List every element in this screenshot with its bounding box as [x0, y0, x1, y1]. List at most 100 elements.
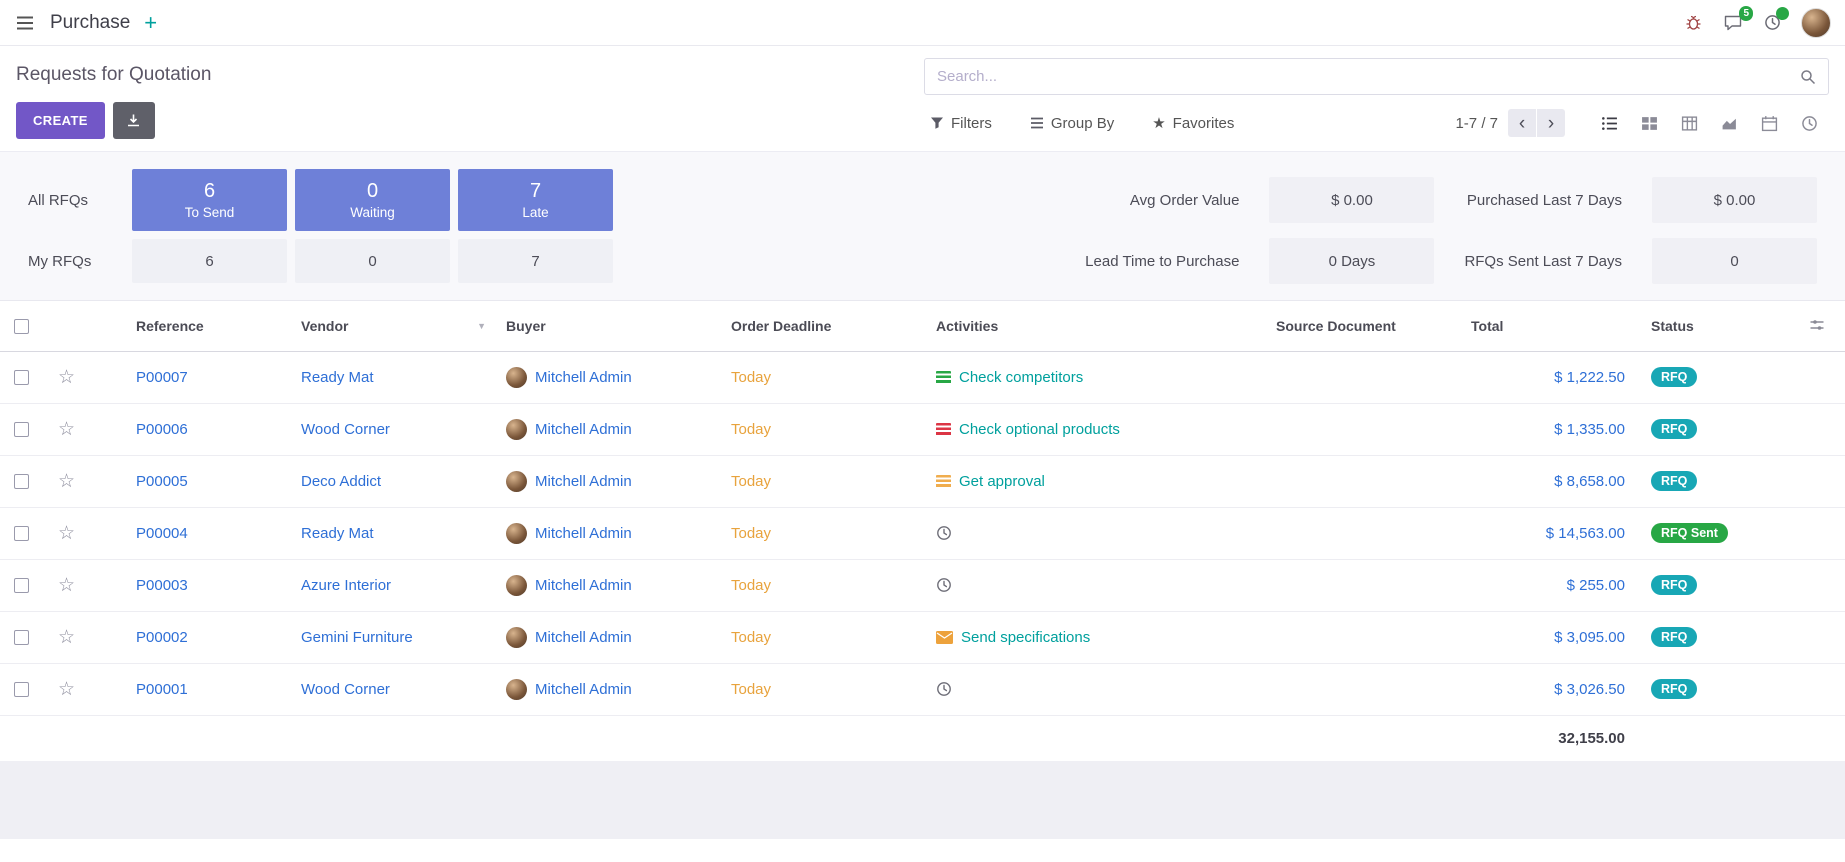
- new-tab-plus-icon[interactable]: +: [144, 12, 157, 34]
- tile-my-late[interactable]: 7: [458, 239, 613, 283]
- column-header-total[interactable]: Total: [1461, 301, 1641, 351]
- rfq-vendor-link[interactable]: Wood Corner: [301, 421, 390, 438]
- favorite-star-icon[interactable]: ☆: [58, 367, 75, 388]
- select-all-checkbox[interactable]: [14, 319, 29, 334]
- status-badge: RFQ: [1651, 679, 1697, 699]
- activity-label[interactable]: Check optional products: [959, 421, 1120, 438]
- column-header-order-deadline[interactable]: Order Deadline: [721, 301, 926, 351]
- column-header-buyer[interactable]: Buyer: [496, 301, 721, 351]
- favorite-star-icon[interactable]: ☆: [58, 471, 75, 492]
- rfq-buyer-link[interactable]: Mitchell Admin: [535, 473, 632, 490]
- search-bar[interactable]: [924, 58, 1829, 95]
- rfq-buyer-link[interactable]: Mitchell Admin: [535, 369, 632, 386]
- column-header-reference[interactable]: Reference: [126, 301, 291, 351]
- table-row[interactable]: ☆ P00003 Azure Interior Mitchell Admin T…: [0, 559, 1845, 611]
- tile-my-waiting[interactable]: 0: [295, 239, 450, 283]
- rfq-reference-link[interactable]: P00007: [136, 369, 188, 386]
- rfq-buyer-link[interactable]: Mitchell Admin: [535, 577, 632, 594]
- group-by-button[interactable]: Group By: [1024, 114, 1120, 133]
- activity-label[interactable]: Get approval: [959, 473, 1045, 490]
- filters-button[interactable]: Filters: [924, 114, 998, 133]
- rfq-activity[interactable]: [936, 525, 1256, 541]
- view-dashboard-clock-icon[interactable]: [1789, 107, 1829, 139]
- row-select-checkbox[interactable]: [14, 526, 29, 541]
- view-kanban-icon[interactable]: [1629, 107, 1669, 139]
- rfq-activity[interactable]: Check competitors: [936, 369, 1256, 386]
- rfq-vendor-link[interactable]: Wood Corner: [301, 681, 390, 698]
- rfq-order-deadline: Today: [731, 577, 771, 594]
- favorite-star-icon[interactable]: ☆: [58, 419, 75, 440]
- search-input[interactable]: [935, 67, 1798, 86]
- activities-clock-icon[interactable]: [1762, 12, 1783, 33]
- favorite-star-icon[interactable]: ☆: [58, 679, 75, 700]
- favorite-star-icon[interactable]: ☆: [58, 627, 75, 648]
- row-select-checkbox[interactable]: [14, 578, 29, 593]
- activity-label[interactable]: Check competitors: [959, 369, 1083, 386]
- rfq-reference-link[interactable]: P00005: [136, 473, 188, 490]
- table-row[interactable]: ☆ P00006 Wood Corner Mitchell Admin Toda…: [0, 403, 1845, 455]
- all-rfqs-label: All RFQs: [28, 192, 124, 209]
- rfq-buyer-link[interactable]: Mitchell Admin: [535, 525, 632, 542]
- table-row[interactable]: ☆ P00004 Ready Mat Mitchell Admin Today …: [0, 507, 1845, 559]
- row-select-checkbox[interactable]: [14, 630, 29, 645]
- rfq-vendor-link[interactable]: Ready Mat: [301, 369, 374, 386]
- messages-icon[interactable]: 5: [1722, 13, 1744, 33]
- app-name[interactable]: Purchase: [50, 12, 130, 34]
- row-select-checkbox[interactable]: [14, 370, 29, 385]
- rfq-activity[interactable]: Check optional products: [936, 421, 1256, 438]
- favorite-star-icon[interactable]: ☆: [58, 523, 75, 544]
- rfq-buyer-link[interactable]: Mitchell Admin: [535, 681, 632, 698]
- table-row[interactable]: ☆ P00005 Deco Addict Mitchell Admin Toda…: [0, 455, 1845, 507]
- column-header-source-document[interactable]: Source Document: [1266, 301, 1461, 351]
- activity-label[interactable]: Send specifications: [961, 629, 1090, 646]
- menu-icon[interactable]: [14, 14, 36, 32]
- rfq-activity[interactable]: Get approval: [936, 473, 1256, 490]
- rfq-vendor-link[interactable]: Ready Mat: [301, 525, 374, 542]
- rfq-vendor-link[interactable]: Azure Interior: [301, 577, 391, 594]
- column-header-activities[interactable]: Activities: [926, 301, 1266, 351]
- create-button[interactable]: CREATE: [16, 102, 105, 139]
- rfq-vendor-link[interactable]: Deco Addict: [301, 473, 381, 490]
- row-select-checkbox[interactable]: [14, 422, 29, 437]
- pager-previous-button[interactable]: ‹: [1508, 109, 1536, 137]
- export-button[interactable]: [113, 102, 155, 139]
- rfq-vendor-link[interactable]: Gemini Furniture: [301, 629, 413, 646]
- rfq-buyer-link[interactable]: Mitchell Admin: [535, 421, 632, 438]
- sort-caret-icon[interactable]: ▼: [477, 321, 486, 331]
- rfq-total: $ 14,563.00: [1546, 525, 1625, 542]
- table-row[interactable]: ☆ P00001 Wood Corner Mitchell Admin Toda…: [0, 663, 1845, 715]
- tile-my-to-send[interactable]: 6: [132, 239, 287, 283]
- rfq-order-deadline: Today: [731, 369, 771, 386]
- tile-waiting[interactable]: 0 Waiting: [295, 169, 450, 231]
- favorite-star-icon[interactable]: ☆: [58, 575, 75, 596]
- view-graph-icon[interactable]: [1709, 107, 1749, 139]
- rfq-reference-link[interactable]: P00002: [136, 629, 188, 646]
- column-header-status[interactable]: Status: [1641, 301, 1761, 351]
- user-avatar[interactable]: [1801, 8, 1831, 38]
- table-row[interactable]: ☆ P00007 Ready Mat Mitchell Admin Today …: [0, 351, 1845, 403]
- rfq-buyer-link[interactable]: Mitchell Admin: [535, 629, 632, 646]
- rfq-reference-link[interactable]: P00006: [136, 421, 188, 438]
- pager-next-button[interactable]: ›: [1537, 109, 1565, 137]
- rfq-reference-link[interactable]: P00001: [136, 681, 188, 698]
- rfq-activity[interactable]: [936, 577, 1256, 593]
- rfq-activity[interactable]: Send specifications: [936, 629, 1256, 646]
- view-pivot-icon[interactable]: [1669, 107, 1709, 139]
- my-rfqs-label: My RFQs: [28, 253, 124, 270]
- debug-bug-icon[interactable]: [1683, 12, 1704, 33]
- row-select-checkbox[interactable]: [14, 474, 29, 489]
- rfq-reference-link[interactable]: P00004: [136, 525, 188, 542]
- tile-late[interactable]: 7 Late: [458, 169, 613, 231]
- rfq-reference-link[interactable]: P00003: [136, 577, 188, 594]
- column-header-vendor[interactable]: Vendor ▼: [291, 301, 496, 351]
- row-select-checkbox[interactable]: [14, 682, 29, 697]
- view-calendar-icon[interactable]: [1749, 107, 1789, 139]
- rfq-activity[interactable]: [936, 681, 1256, 697]
- table-row[interactable]: ☆ P00002 Gemini Furniture Mitchell Admin…: [0, 611, 1845, 663]
- favorites-button[interactable]: ★ Favorites: [1146, 113, 1240, 133]
- optional-columns-icon[interactable]: [1807, 315, 1827, 335]
- view-list-icon[interactable]: [1589, 107, 1629, 139]
- table-header-row: Reference Vendor ▼ Buyer Order Deadline …: [0, 301, 1845, 351]
- tile-to-send[interactable]: 6 To Send: [132, 169, 287, 231]
- search-icon[interactable]: [1798, 67, 1818, 87]
